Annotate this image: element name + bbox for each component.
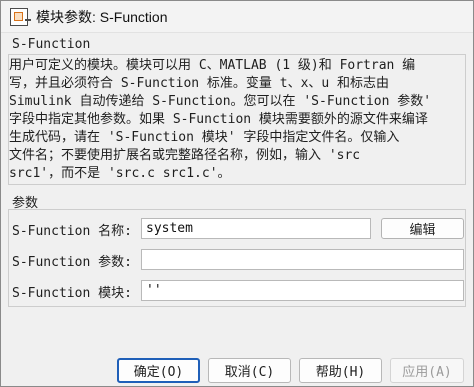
ok-button[interactable]: 确定(O) <box>117 358 200 383</box>
description-text: 用户可定义的模块。模块可以用 C、MATLAB (1 级)和 Fortran 编… <box>9 58 432 181</box>
title-bar[interactable]: 模块参数: S-Function <box>1 1 473 33</box>
cancel-button[interactable]: 取消(C) <box>208 358 291 383</box>
block-parameters-icon <box>10 7 31 26</box>
window-title: 模块参数: S-Function <box>36 8 168 25</box>
sfunction-name-label: S-Function 名称: <box>12 224 132 239</box>
sfunction-modules-label: S-Function 模块: <box>12 286 132 301</box>
sfunction-params-input[interactable] <box>141 249 464 270</box>
apply-button[interactable]: 应用(A) <box>390 358 464 383</box>
help-button[interactable]: 帮助(H) <box>299 358 382 383</box>
sfunction-params-label: S-Function 参数: <box>12 255 132 270</box>
edit-button[interactable]: 编辑 <box>381 218 464 239</box>
description-section-label: S-Function <box>12 37 91 52</box>
dialog-window: 模块参数: S-Function S-Function 用户可定义的模块。模块可… <box>0 0 474 387</box>
sfunction-name-input[interactable] <box>141 218 371 239</box>
button-bar: 确定(O) 取消(C) 帮助(H) 应用(A) <box>1 358 473 385</box>
sfunction-modules-input[interactable] <box>141 280 464 301</box>
